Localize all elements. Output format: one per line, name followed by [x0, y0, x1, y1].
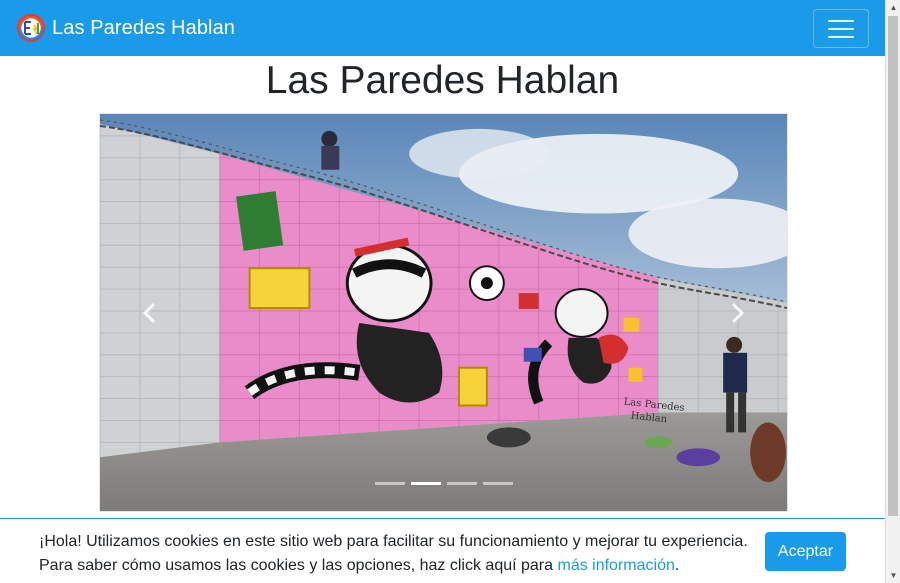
carousel-prev-button[interactable]	[100, 114, 200, 511]
cookie-text-line2: Para saber cómo usamos las cookies y las…	[39, 557, 554, 574]
scrollbar-thumb[interactable]	[888, 16, 898, 516]
cookie-message: ¡Hola! Utilizamos cookies en este sitio …	[39, 530, 759, 578]
top-navbar: Las Paredes Hablan	[0, 0, 885, 56]
carousel-indicator-1[interactable]	[374, 482, 405, 485]
carousel-indicator-3[interactable]	[446, 482, 477, 485]
hamburger-menu-button[interactable]	[813, 9, 869, 48]
lph-logo-icon	[17, 14, 45, 42]
cookie-banner: ¡Hola! Utilizamos cookies en este sitio …	[0, 518, 885, 583]
chevron-left-icon	[142, 302, 156, 323]
more-info-link[interactable]: más información	[557, 557, 674, 574]
hamburger-menu-icon-bar	[828, 35, 854, 38]
carousel-indicator-2[interactable]	[410, 482, 441, 485]
accept-cookies-button[interactable]: Aceptar	[765, 532, 846, 571]
hamburger-menu-icon-bar	[828, 27, 854, 30]
carousel-next-button[interactable]	[687, 114, 787, 511]
chevron-right-icon	[731, 302, 745, 323]
vertical-scrollbar[interactable]: ▲ ▼	[885, 0, 900, 583]
image-carousel: Las Paredes Hablan	[99, 113, 788, 512]
scroll-down-arrow-icon[interactable]: ▼	[886, 568, 900, 583]
cookie-period: .	[674, 557, 680, 574]
brand-link[interactable]: Las Paredes Hablan	[16, 13, 235, 43]
carousel-indicator-4[interactable]	[482, 482, 513, 485]
hamburger-menu-icon	[828, 19, 854, 22]
scroll-up-arrow-icon[interactable]: ▲	[886, 0, 900, 15]
mural-photo: Las Paredes Hablan	[100, 114, 787, 511]
cookie-text-line1: ¡Hola! Utilizamos cookies en este sitio …	[39, 533, 748, 550]
carousel-indicators	[100, 482, 787, 485]
brand-title: Las Paredes Hablan	[52, 16, 236, 39]
page-title: Las Paredes Hablan	[265, 59, 620, 102]
